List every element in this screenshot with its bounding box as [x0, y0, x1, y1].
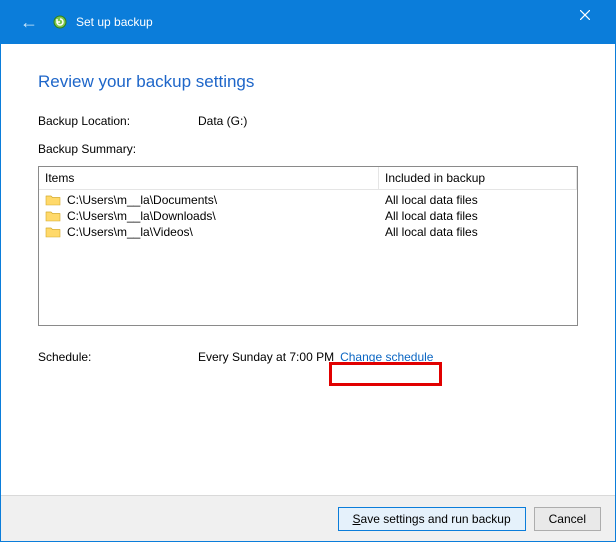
- list-item[interactable]: C:\Users\m__la\Videos\All local data fil…: [39, 224, 577, 240]
- folder-icon: [45, 193, 61, 207]
- item-path: C:\Users\m__la\Videos\: [67, 225, 385, 239]
- item-included: All local data files: [385, 209, 571, 223]
- list-item[interactable]: C:\Users\m__la\Downloads\All local data …: [39, 208, 577, 224]
- save-label-rest: ave settings and run backup: [361, 512, 511, 526]
- change-schedule-link[interactable]: Change schedule: [340, 350, 433, 364]
- annotation-highlight: [329, 362, 442, 386]
- list-header-items[interactable]: Items: [39, 167, 379, 190]
- list-header-included[interactable]: Included in backup: [379, 167, 577, 190]
- content-pane: Review your backup settings Backup Locat…: [0, 44, 616, 364]
- list-rows: C:\Users\m__la\Documents\All local data …: [39, 190, 577, 242]
- titlebar: ← Set up backup: [0, 0, 616, 44]
- backup-location-row: Backup Location: Data (G:): [38, 114, 578, 128]
- item-path: C:\Users\m__la\Documents\: [67, 193, 385, 207]
- folder-icon: [45, 225, 61, 239]
- schedule-value: Every Sunday at 7:00 PM: [198, 350, 340, 364]
- backup-summary-label: Backup Summary:: [38, 142, 578, 156]
- list-header: Items Included in backup: [39, 167, 577, 190]
- page-title: Review your backup settings: [38, 72, 578, 92]
- window-title: Set up backup: [76, 15, 153, 29]
- schedule-row: Schedule: Every Sunday at 7:00 PM Change…: [38, 350, 578, 364]
- backup-location-value: Data (G:): [198, 114, 247, 128]
- item-path: C:\Users\m__la\Downloads\: [67, 209, 385, 223]
- backup-location-label: Backup Location:: [38, 114, 198, 128]
- item-included: All local data files: [385, 193, 571, 207]
- schedule-label: Schedule:: [38, 350, 198, 364]
- folder-icon: [45, 209, 61, 223]
- close-button[interactable]: [562, 0, 608, 30]
- cancel-button[interactable]: Cancel: [534, 507, 601, 531]
- save-settings-button[interactable]: Save settings and run backup: [338, 507, 526, 531]
- app-icon: [52, 14, 68, 30]
- list-item[interactable]: C:\Users\m__la\Documents\All local data …: [39, 192, 577, 208]
- footer: Save settings and run backup Cancel: [1, 495, 615, 541]
- backup-summary-list: Items Included in backup C:\Users\m__la\…: [38, 166, 578, 326]
- item-included: All local data files: [385, 225, 571, 239]
- back-arrow-icon[interactable]: ←: [12, 8, 46, 37]
